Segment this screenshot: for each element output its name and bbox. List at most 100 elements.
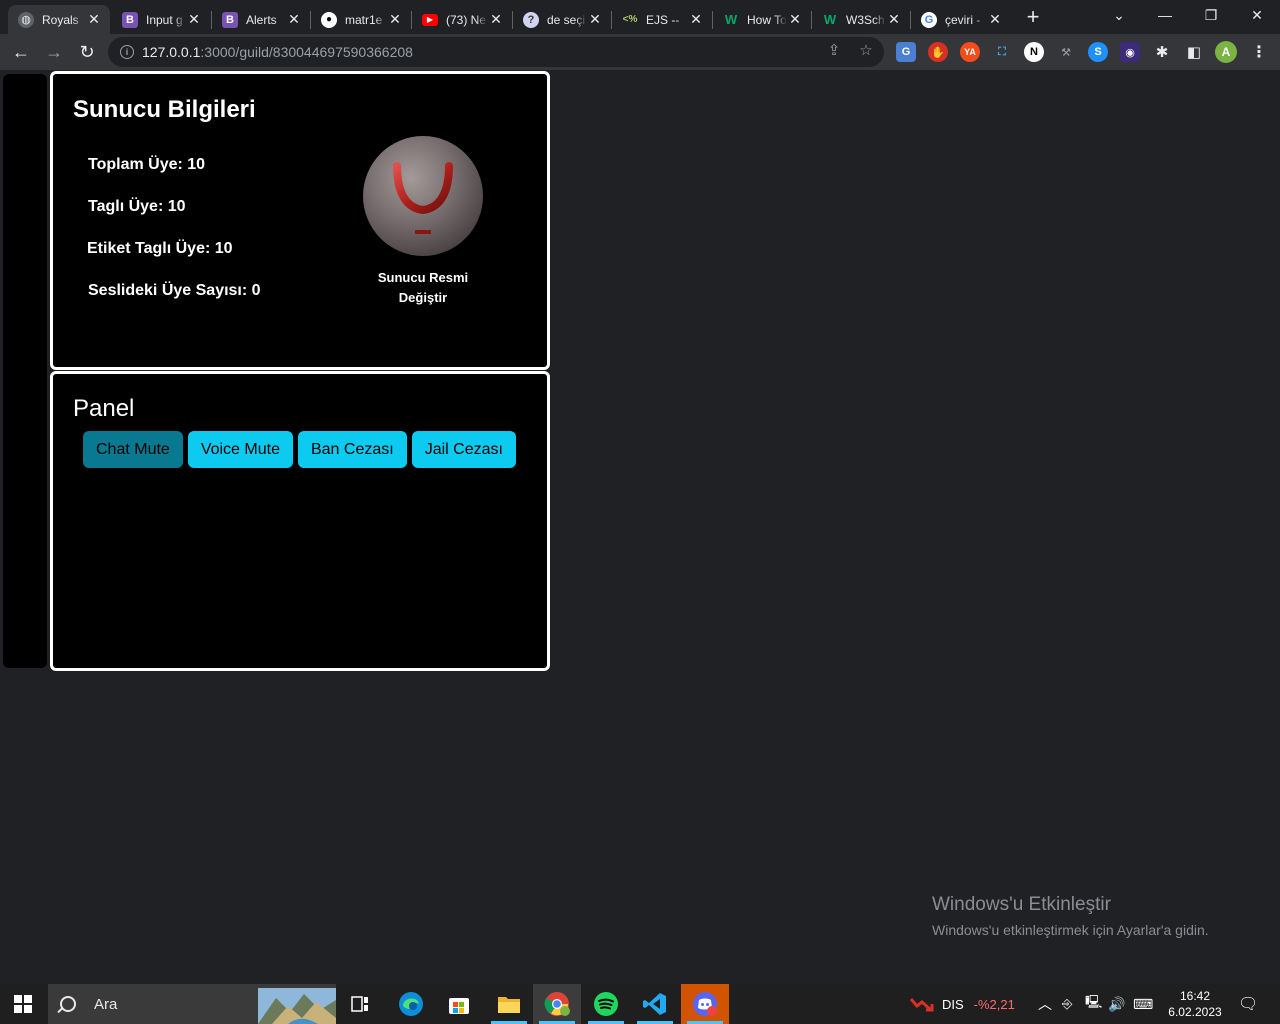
- reload-icon[interactable]: ↻: [74, 39, 100, 65]
- tab-title: EJS --: [646, 12, 680, 27]
- tab-title: Alerts: [246, 12, 277, 27]
- volume-icon[interactable]: 🔊: [1108, 984, 1125, 1024]
- tab-title: Input g: [146, 12, 183, 27]
- voice-mute-button[interactable]: Voice Mute: [187, 431, 293, 468]
- side-panel-icon[interactable]: ◧: [1184, 42, 1204, 62]
- shazam-extension-icon[interactable]: S: [1088, 42, 1108, 62]
- address-bar[interactable]: i 127.0.0.1:3000/guild/83004469759036620…: [108, 37, 884, 67]
- panel-title: Panel: [73, 395, 135, 422]
- jail-button[interactable]: Jail Cezası: [411, 431, 516, 468]
- stock-change: -%2,21: [973, 996, 1015, 1012]
- bootstrap-icon: B: [122, 11, 138, 28]
- tab-question[interactable]: ? de seçi ✕: [513, 5, 611, 34]
- server-info-card: Sunucu Bilgileri Toplam Üye: 10 Taglı Üy…: [50, 71, 550, 370]
- edge-icon[interactable]: [387, 984, 435, 1024]
- close-window-button[interactable]: ✕: [1234, 0, 1280, 30]
- meet-now-icon[interactable]: ⎆: [1062, 984, 1072, 1024]
- search-placeholder: Ara: [94, 995, 118, 1013]
- notion-extension-icon[interactable]: N: [1024, 42, 1044, 62]
- bootstrap-icon: B: [222, 11, 238, 28]
- microsoft-store-icon[interactable]: [435, 984, 483, 1024]
- server-info-title: Sunucu Bilgileri: [73, 96, 256, 123]
- tab-royals[interactable]: ◍ Royals ✕: [8, 5, 110, 34]
- tab-search-chevron-icon[interactable]: ⌄: [1096, 0, 1142, 30]
- panel-button-group: Chat Mute Voice Mute Ban Cezası Jail Cez…: [83, 431, 516, 468]
- task-view-icon[interactable]: [336, 984, 384, 1024]
- show-hidden-icons-chevron[interactable]: ︿: [1038, 984, 1052, 1024]
- github-icon: ●: [321, 11, 337, 28]
- clock-time: 16:42: [1179, 989, 1211, 1003]
- stock-widget[interactable]: DIS -%2,21: [910, 984, 1015, 1024]
- tab-title: W3Sch: [846, 12, 885, 27]
- file-explorer-icon[interactable]: [485, 984, 533, 1024]
- share-icon[interactable]: ⇪: [825, 41, 843, 59]
- search-icon: [60, 996, 76, 1012]
- stock-name: DIS: [942, 996, 964, 1012]
- ya-extension-icon[interactable]: YA: [960, 42, 980, 62]
- network-icon[interactable]: 🖳: [1085, 984, 1102, 1024]
- tab-title: matr1e: [345, 12, 383, 27]
- close-tab-icon[interactable]: ✕: [488, 11, 504, 28]
- tab-youtube[interactable]: ▶ (73) Ne ✕: [412, 5, 512, 34]
- close-tab-icon[interactable]: ✕: [86, 11, 102, 28]
- close-tab-icon[interactable]: ✕: [286, 11, 302, 28]
- stat-tagged-members: Taglı Üye: 10: [88, 198, 186, 215]
- tab-title: Royals: [42, 12, 79, 27]
- w3schools-icon: W: [724, 12, 738, 27]
- browser-menu-icon[interactable]: ⋮: [1249, 42, 1269, 62]
- tab-w3schools[interactable]: W W3Sch ✕: [812, 5, 910, 34]
- windows-start-icon[interactable]: [14, 995, 32, 1013]
- url-host: 127.0.0.1: [142, 44, 201, 60]
- eye-extension-icon[interactable]: ◉: [1120, 42, 1140, 62]
- stat-total-members: Toplam Üye: 10: [88, 156, 206, 173]
- close-tab-icon[interactable]: ✕: [987, 11, 1003, 28]
- chat-mute-button[interactable]: Chat Mute: [83, 431, 183, 468]
- close-tab-icon[interactable]: ✕: [886, 11, 902, 28]
- tab-title: (73) Ne: [446, 12, 487, 27]
- chrome-icon[interactable]: [533, 984, 581, 1024]
- new-tab-button[interactable]: +: [1022, 6, 1044, 28]
- forward-arrow-icon[interactable]: →: [41, 39, 67, 65]
- close-tab-icon[interactable]: ✕: [186, 11, 202, 28]
- close-tab-icon[interactable]: ✕: [387, 11, 403, 28]
- minimize-button[interactable]: —: [1142, 0, 1188, 30]
- discord-icon[interactable]: [681, 984, 729, 1024]
- youtube-icon: ▶: [422, 13, 438, 26]
- ejs-icon: <%: [622, 14, 638, 25]
- notifications-icon[interactable]: 🗨: [1238, 984, 1258, 1024]
- taskbar-search[interactable]: Ara: [48, 984, 336, 1024]
- system-clock[interactable]: 16:42 6.02.2023: [1166, 988, 1224, 1020]
- translate-extension-icon[interactable]: G: [896, 42, 916, 62]
- tool-extension-icon[interactable]: ⚒: [1056, 42, 1076, 62]
- server-icon[interactable]: [363, 136, 483, 256]
- close-tab-icon[interactable]: ✕: [688, 11, 704, 28]
- globe-icon: ◍: [18, 11, 34, 28]
- taskbar: Ara DIS -%2,21 ︿ ⎆ 🖳 🔊 ⌨ 16:42 6.02.2023…: [0, 984, 1280, 1024]
- tab-input-group[interactable]: B Input g ✕: [112, 5, 210, 34]
- bookmark-star-icon[interactable]: ☆: [857, 41, 875, 59]
- url-path: :3000/guild/830044697590366208: [200, 44, 413, 60]
- tab-alerts[interactable]: B Alerts ✕: [212, 5, 310, 34]
- question-icon: ?: [523, 11, 539, 28]
- close-tab-icon[interactable]: ✕: [587, 11, 603, 28]
- close-tab-icon[interactable]: ✕: [787, 11, 803, 28]
- vscode-icon[interactable]: [631, 984, 679, 1024]
- change-icon-label-line1: Sunucu Resmi: [377, 270, 469, 285]
- keyboard-icon[interactable]: ⌨: [1133, 984, 1153, 1024]
- screenshot-extension-icon[interactable]: ⛶: [992, 42, 1012, 62]
- activation-watermark: Windows'u Etkinleştir Windows'u etkinleş…: [932, 894, 1209, 938]
- back-arrow-icon[interactable]: ←: [8, 39, 34, 65]
- restore-button[interactable]: ❐: [1188, 0, 1234, 30]
- adblock-extension-icon[interactable]: ✋: [928, 42, 948, 62]
- tab-how-to[interactable]: W How To ✕: [713, 5, 811, 34]
- spotify-icon[interactable]: [582, 984, 630, 1024]
- tab-github[interactable]: ● matr1e ✕: [311, 5, 411, 34]
- extensions-puzzle-icon[interactable]: ✱: [1152, 42, 1172, 62]
- panel-card: Panel Chat Mute Voice Mute Ban Cezası Ja…: [50, 371, 550, 671]
- tab-ejs[interactable]: <% EJS -- ✕: [612, 5, 712, 34]
- site-info-icon[interactable]: i: [120, 45, 134, 59]
- change-server-icon-link[interactable]: Sunucu Resmi Değiştir: [368, 268, 478, 308]
- profile-avatar[interactable]: A: [1215, 41, 1237, 63]
- ban-button[interactable]: Ban Cezası: [297, 431, 407, 468]
- tab-ceviri[interactable]: G çeviri - ✕: [911, 5, 1011, 34]
